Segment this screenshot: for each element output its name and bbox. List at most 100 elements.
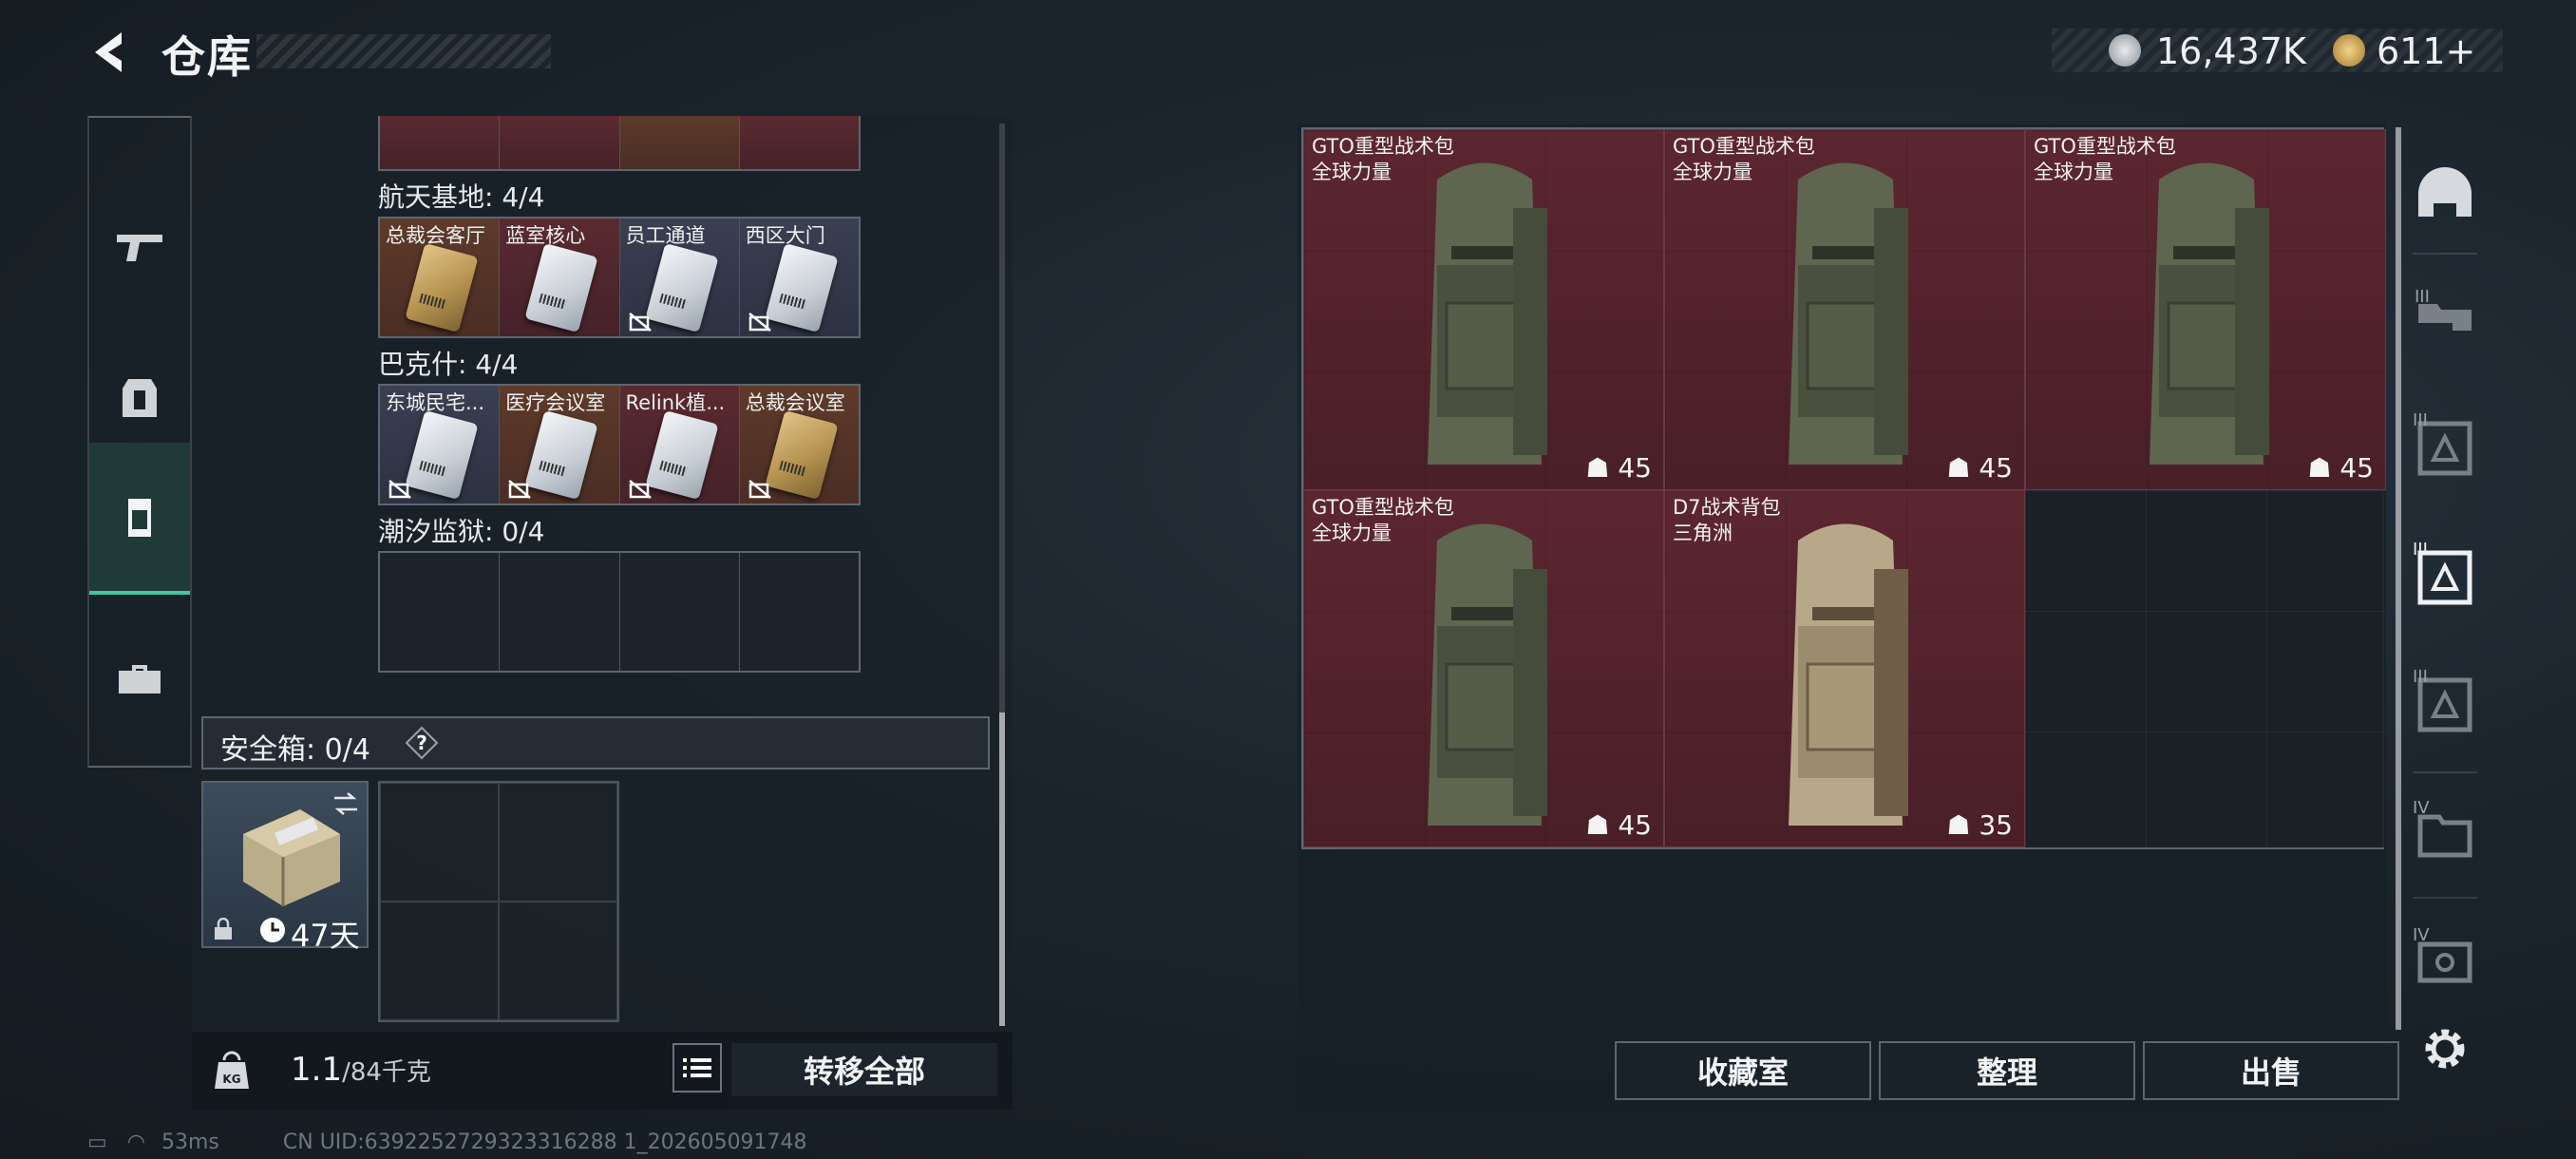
backpack-image [1789, 162, 1908, 465]
safe-slot[interactable] [499, 902, 617, 1020]
key-slot[interactable]: 蓝室核心 [500, 218, 620, 336]
key-card-icon [644, 242, 719, 333]
item-brand: 全球力量 [2034, 161, 2113, 183]
safe-slot[interactable] [380, 902, 499, 1020]
key-slot[interactable] [739, 116, 859, 169]
right-scrollbar[interactable] [2396, 127, 2401, 1030]
swap-icon[interactable] [331, 790, 361, 817]
item-durability: ☗ 45 [1946, 452, 2013, 484]
key-card-icon [644, 409, 719, 501]
safe-slot[interactable] [380, 783, 499, 902]
backpack-tier-icon: III [2413, 540, 2472, 605]
uid-text: CN UID:6392252729323316288 1_20260509174… [282, 1130, 807, 1154]
collection-room-button[interactable]: 收藏室 [1615, 1041, 1871, 1100]
key-slot[interactable] [380, 553, 501, 671]
settings-button[interactable] [2409, 1013, 2481, 1085]
svg-text:IV: IV [2413, 798, 2430, 818]
item-brand: 全球力量 [1673, 161, 1752, 183]
key-grid [378, 551, 861, 673]
key-name: 东城民宅... [386, 391, 485, 414]
skull-icon: ☗ [1585, 452, 1619, 484]
currency-bar: 16,437K 611+ [2052, 28, 2503, 72]
backpack-item[interactable]: GTO重型战术包 全球力量 ☗ 45 [1664, 129, 2025, 490]
category-label: 潮汐监狱: 0/4 [378, 516, 545, 547]
rail-tier-slot[interactable]: IV [2409, 922, 2481, 994]
sell-button[interactable]: 出售 [2143, 1041, 2399, 1100]
locked-icon [388, 480, 411, 499]
key-name: 医疗会议室 [505, 391, 606, 414]
left-scrollbar[interactable] [999, 712, 1005, 1026]
backpack-image [1428, 162, 1547, 465]
locked-icon [628, 480, 652, 499]
chest-rig-icon: III [2413, 410, 2472, 476]
backpack-item[interactable]: GTO重型战术包 全球力量 ☗ 45 [1303, 490, 1664, 847]
rail-helmet[interactable] [2409, 158, 2481, 230]
key-slot[interactable] [380, 116, 501, 169]
weight-capacity: /84千克 [342, 1058, 431, 1087]
key-card-icon [524, 409, 598, 501]
key-slot[interactable]: 总裁会议室 [739, 386, 859, 504]
transfer-all-button[interactable]: 转移全部 [731, 1043, 997, 1096]
key-grid-partial [378, 116, 861, 171]
nav-weapons[interactable] [89, 175, 190, 317]
wifi-icon: ◠ [126, 1130, 145, 1154]
item-durability: ☗ 45 [1585, 452, 1652, 484]
backpack-grid: GTO重型战术包 全球力量 ☗ 45 GTO重型战术包 全球力量 ☗ 45 GT… [1301, 127, 2386, 849]
key-slot[interactable] [500, 553, 620, 671]
help-icon[interactable]: ? [405, 726, 439, 760]
item-brand: 全球力量 [1312, 522, 1392, 544]
backpack-image [2150, 162, 2269, 465]
key-slot[interactable]: 员工通道 [619, 218, 740, 336]
title-decoration [256, 34, 551, 68]
gold-amount[interactable]: 611+ [2377, 30, 2475, 72]
key-slot[interactable]: 东城民宅... [380, 386, 501, 504]
key-card-icon [405, 242, 479, 333]
locked-icon [748, 480, 771, 499]
skull-icon: ☗ [1946, 809, 1979, 841]
lock-icon [215, 918, 232, 940]
svg-text:III: III [2413, 540, 2428, 560]
silver-coin-icon [2109, 34, 2141, 66]
key-name: 总裁会客厅 [386, 224, 485, 247]
key-slot[interactable] [619, 116, 740, 169]
rail-tier-slot-active[interactable]: III [2409, 538, 2481, 610]
backpack-item[interactable]: GTO重型战术包 全球力量 ☗ 45 [1303, 129, 1664, 490]
backpack-item[interactable]: D7战术背包 三角洲 ☗ 35 [1664, 490, 2025, 847]
key-grid: 总裁会客厅 蓝室核心 员工通道 西区大门 [378, 217, 861, 338]
backpack-icon [128, 499, 151, 537]
weight-display: 1.1/84千克 [291, 1051, 431, 1089]
nav-backpack[interactable] [89, 443, 190, 595]
backpack-item[interactable]: GTO重型战术包 全球力量 ☗ 45 [2025, 129, 2386, 490]
safe-slot[interactable] [499, 783, 617, 902]
key-card-icon [765, 409, 839, 501]
skull-icon: ☗ [1585, 809, 1619, 841]
nav-supplies[interactable] [89, 607, 190, 750]
category-label: 航天基地: 4/4 [378, 181, 545, 213]
back-button[interactable] [87, 28, 135, 76]
key-slot[interactable]: 西区大门 [739, 218, 859, 336]
key-card-icon [765, 242, 839, 333]
armor-vest-icon: III [2415, 287, 2472, 331]
svg-text:KG: KG [222, 1073, 240, 1086]
rail-tier-slot[interactable]: III [2409, 665, 2481, 737]
armor-icon [123, 379, 157, 417]
rail-tier-slot[interactable]: IV [2409, 794, 2481, 866]
item-brand: 三角洲 [1673, 522, 1733, 544]
key-grid: 东城民宅... 医疗会议室 Relink植... 总裁会议室 [378, 384, 861, 505]
safe-box-item[interactable]: 47天 [201, 781, 369, 954]
gear-icon [2425, 1029, 2465, 1069]
key-slot[interactable] [500, 116, 620, 169]
rail-tier-slot[interactable]: III [2409, 408, 2481, 481]
key-slot[interactable] [739, 553, 859, 671]
key-slot[interactable]: 总裁会客厅 [380, 218, 501, 336]
backpack-image [1789, 523, 1908, 826]
folder-icon: IV [2413, 798, 2472, 858]
empty-slot[interactable] [2025, 490, 2386, 847]
key-slot[interactable]: 医疗会议室 [500, 386, 620, 504]
key-slot[interactable] [619, 553, 740, 671]
key-slot[interactable]: Relink植... [619, 386, 740, 504]
organize-button[interactable]: 整理 [1879, 1041, 2135, 1100]
skull-icon: ☗ [1946, 452, 1979, 484]
rail-tier-slot[interactable]: III [2409, 281, 2481, 353]
list-view-button[interactable] [672, 1043, 722, 1092]
